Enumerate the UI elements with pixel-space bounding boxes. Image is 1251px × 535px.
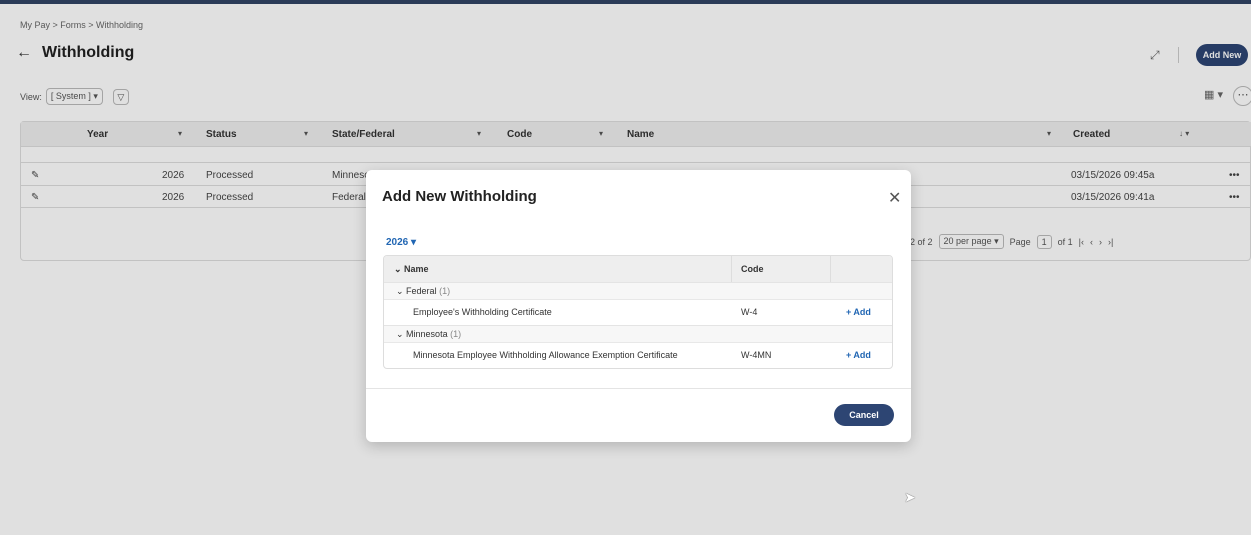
group-minnesota[interactable]: ⌄ Minnesota (1)	[384, 325, 892, 342]
group-name: Federal	[406, 286, 437, 296]
list-item: Minnesota Employee Withholding Allowance…	[384, 342, 892, 368]
col-code: Code	[741, 264, 764, 274]
form-code: W-4MN	[741, 350, 772, 360]
form-name: Minnesota Employee Withholding Allowance…	[413, 350, 678, 360]
add-form-button[interactable]: + Add	[846, 307, 871, 317]
col-name-label: Name	[404, 264, 429, 274]
dialog-footer-divider	[366, 388, 911, 389]
group-label: ⌄ Minnesota (1)	[396, 329, 462, 339]
add-withholding-dialog: Add New Withholding ✕ 2026 ▾ ⌄ Name Code…	[366, 170, 911, 442]
group-count: (1)	[450, 329, 462, 339]
group-name: Minnesota	[406, 329, 448, 339]
mouse-cursor-icon: ➤	[904, 489, 916, 505]
form-name: Employee's Withholding Certificate	[413, 307, 552, 317]
dialog-title: Add New Withholding	[382, 188, 537, 205]
year-select[interactable]: 2026 ▾	[386, 237, 416, 248]
close-icon[interactable]: ✕	[888, 188, 901, 208]
group-federal[interactable]: ⌄ Federal (1)	[384, 282, 892, 299]
add-form-button[interactable]: + Add	[846, 350, 871, 360]
col-name[interactable]: ⌄ Name	[394, 264, 429, 275]
form-code: W-4	[741, 307, 758, 317]
group-label: ⌄ Federal (1)	[396, 286, 451, 296]
forms-table: ⌄ Name Code ⌄ Federal (1) Employee's Wit…	[383, 255, 893, 369]
divider	[731, 256, 732, 282]
forms-table-header: ⌄ Name Code	[384, 256, 892, 282]
group-count: (1)	[439, 286, 451, 296]
cancel-button[interactable]: Cancel	[834, 404, 894, 426]
divider	[830, 256, 831, 282]
list-item: Employee's Withholding Certificate W-4 +…	[384, 299, 892, 325]
